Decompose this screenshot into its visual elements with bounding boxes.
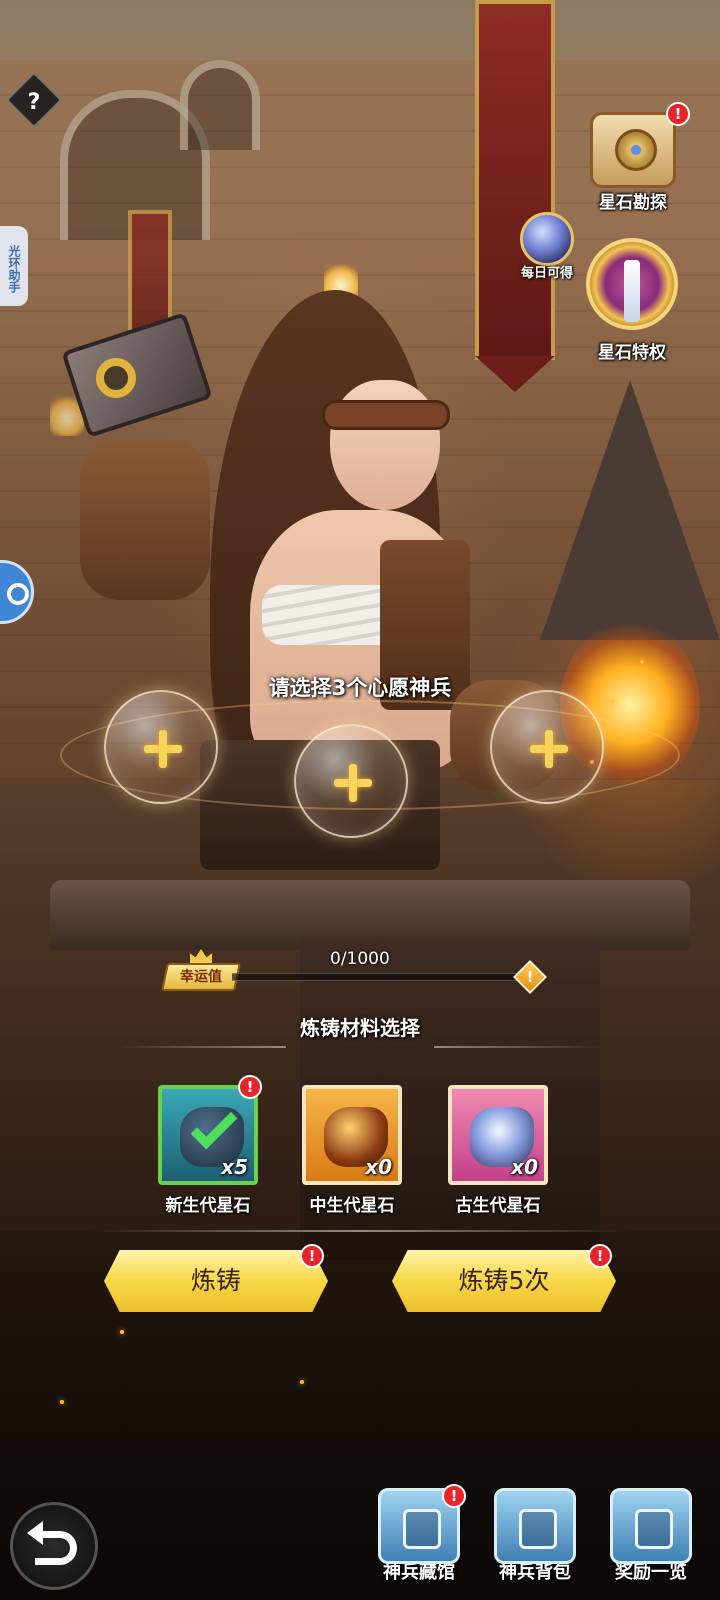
material-count: x0 xyxy=(511,1155,538,1179)
luck-tag: 幸运值 xyxy=(161,963,241,991)
backpack-icon xyxy=(494,1488,576,1564)
back-arrowhead xyxy=(27,1521,43,1545)
divider xyxy=(88,1230,632,1232)
forge-button[interactable]: 炼铸 ! xyxy=(104,1244,328,1312)
hanging-banner xyxy=(475,0,555,360)
luck-value: 0/1000 xyxy=(330,949,390,969)
alert-badge: ! xyxy=(666,102,690,126)
spark xyxy=(300,1380,304,1384)
help-label: ? xyxy=(27,89,41,115)
plus-icon-vertical xyxy=(545,730,553,768)
material-name: 古生代星石 xyxy=(455,1196,541,1216)
luck-progress-bar xyxy=(232,973,522,981)
privilege-label: 星石特权 xyxy=(598,343,666,363)
material-count: x5 xyxy=(221,1155,248,1179)
hammer-ring xyxy=(96,358,136,398)
spark xyxy=(120,1330,124,1334)
forge-five-times-button[interactable]: 炼铸5次 ! xyxy=(392,1244,616,1312)
weapon-collection-button[interactable]: 神兵藏馆 ! xyxy=(364,1484,474,1584)
sword-icon xyxy=(624,260,640,322)
material-name: 中生代星石 xyxy=(309,1196,395,1216)
title-line-left xyxy=(116,1046,286,1048)
sword-shield-icon xyxy=(578,238,686,338)
luck-meter: 幸运值 0/1000 ! xyxy=(160,949,560,995)
alert-badge: ! xyxy=(300,1244,324,1268)
gem-chest-icon xyxy=(520,212,574,266)
treasure-chest-icon xyxy=(610,1488,692,1564)
forge-hood xyxy=(540,380,720,640)
luck-label: 幸运值 xyxy=(180,969,222,985)
plus-icon-vertical xyxy=(349,764,357,802)
luck-info-button[interactable]: ! xyxy=(513,960,547,994)
explore-label: 星石勘探 xyxy=(599,193,667,213)
window-arch-small xyxy=(180,60,260,150)
material-item[interactable]: x0 古生代星石 xyxy=(448,1085,548,1216)
daily-label: 每日可得 xyxy=(520,266,573,281)
material-frame: x5 xyxy=(158,1085,258,1185)
material-frame: x0 xyxy=(448,1085,548,1185)
alert-badge: ! xyxy=(238,1075,262,1099)
alert-badge: ! xyxy=(442,1484,466,1508)
character-goggles xyxy=(322,400,450,430)
wish-prompt: 请选择3个心愿神兵 xyxy=(268,676,452,700)
plus-icon-vertical xyxy=(159,730,167,768)
material-item[interactable]: x5 新生代星石 ! xyxy=(158,1075,262,1216)
wish-slot-2[interactable] xyxy=(294,724,408,838)
assistant-side-tab[interactable]: 光环助手 xyxy=(0,226,28,306)
wish-slot-3[interactable] xyxy=(490,690,604,804)
back-button[interactable] xyxy=(10,1502,98,1590)
forge-five-button-label: 炼铸5次 xyxy=(458,1266,550,1295)
forge-button-label: 炼铸 xyxy=(190,1266,241,1295)
materials-title: 炼铸材料选择 xyxy=(300,1016,420,1040)
material-count: x0 xyxy=(365,1155,392,1179)
rewards-overview-button[interactable]: 奖励一览 xyxy=(596,1488,706,1584)
star-stone-explore-button[interactable]: 星石勘探 ! xyxy=(578,102,690,213)
material-name: 新生代星石 xyxy=(165,1196,251,1216)
title-line-right xyxy=(434,1046,604,1048)
daily-reward-button[interactable]: 每日可得 xyxy=(520,212,574,281)
spark xyxy=(60,1400,64,1404)
scroll-compass-icon xyxy=(590,112,676,188)
alert-badge: ! xyxy=(588,1244,612,1268)
spark xyxy=(640,660,644,664)
character-glove xyxy=(80,440,210,600)
material-frame: x0 xyxy=(302,1085,402,1185)
weapon-bag-button[interactable]: 神兵背包 xyxy=(480,1488,590,1584)
wish-slot-1[interactable] xyxy=(104,690,218,804)
compass-icon xyxy=(615,129,657,171)
info-icon: ! xyxy=(526,968,534,986)
star-stone-privilege-button[interactable]: 星石特权 xyxy=(570,238,694,363)
material-item[interactable]: x0 中生代星石 xyxy=(302,1085,402,1216)
